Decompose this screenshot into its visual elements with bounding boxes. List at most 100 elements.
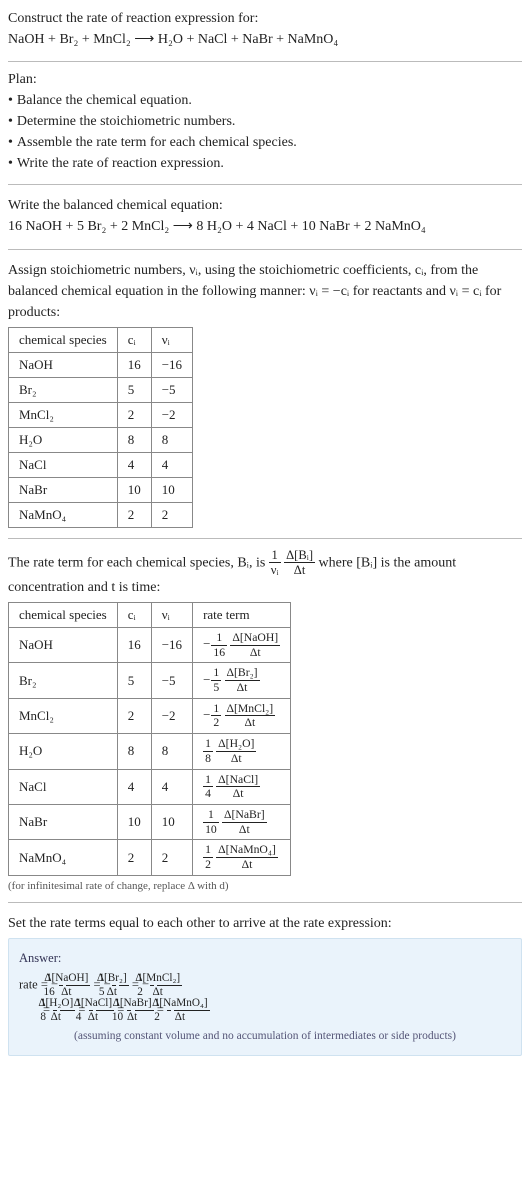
col-ci: cᵢ (117, 602, 151, 627)
rateterm-intro1: The rate term for each chemical species,… (8, 555, 269, 570)
rateterm-generic: 1νᵢ Δ[Bᵢ]Δt (269, 555, 319, 570)
plan-item: •Write the rate of reaction expression. (8, 153, 522, 174)
cell-species: Br₂ (9, 377, 118, 402)
cell-species: NaCl (9, 769, 118, 804)
cell-ci: 4 (117, 769, 151, 804)
prompt-line1: Construct the rate of reaction expressio… (8, 8, 522, 29)
cell-rateterm: −12 Δ[MnCl₂]Δt (193, 698, 291, 733)
cell-vi: −16 (151, 627, 192, 662)
prompt-block: Construct the rate of reaction expressio… (8, 8, 522, 51)
final-block: Set the rate terms equal to each other t… (8, 913, 522, 1057)
cell-ci: 16 (117, 627, 151, 662)
cell-ci: 8 (117, 734, 151, 769)
table-row: NaBr1010 (9, 477, 193, 502)
balanced-block: Write the balanced chemical equation: 16… (8, 195, 522, 238)
rateterm-intro: The rate term for each chemical species,… (8, 549, 522, 598)
cell-ci: 10 (117, 477, 151, 502)
table-row: NaCl4414 Δ[NaCl]Δt (9, 769, 291, 804)
cell-vi: 2 (151, 840, 192, 875)
table-row: NaOH16−16 (9, 352, 193, 377)
cell-ci: 2 (117, 698, 151, 733)
divider (8, 249, 522, 250)
stoich-intro: Assign stoichiometric numbers, νᵢ, using… (8, 260, 522, 323)
table-row: NaMnO₄22 (9, 502, 193, 527)
answer-equation: rate = −116 Δ[NaOH]Δt = −15 Δ[Br₂]Δt = −… (19, 973, 511, 1024)
stoich-block: Assign stoichiometric numbers, νᵢ, using… (8, 260, 522, 528)
table-row: Br₂5−5−15 Δ[Br₂]Δt (9, 663, 291, 698)
cell-rateterm: −116 Δ[NaOH]Δt (193, 627, 291, 662)
cell-vi: 10 (151, 477, 192, 502)
cell-species: NaOH (9, 627, 118, 662)
plan-item: •Determine the stoichiometric numbers. (8, 111, 522, 132)
table-row: Br₂5−5 (9, 377, 193, 402)
table-row: NaBr1010110 Δ[NaBr]Δt (9, 805, 291, 840)
cell-rateterm: 12 Δ[NaMnO₄]Δt (193, 840, 291, 875)
balanced-intro: Write the balanced chemical equation: (8, 195, 522, 216)
cell-vi: 4 (151, 769, 192, 804)
col-vi: νᵢ (151, 602, 192, 627)
cell-vi: 10 (151, 805, 192, 840)
cell-species: NaMnO₄ (9, 502, 118, 527)
cell-vi: 2 (151, 502, 192, 527)
answer-note: (assuming constant volume and no accumul… (19, 1026, 511, 1048)
cell-species: MnCl₂ (9, 698, 118, 733)
cell-species: Br₂ (9, 663, 118, 698)
plan-heading: Plan: (8, 72, 522, 88)
cell-ci: 2 (117, 402, 151, 427)
cell-rateterm: 18 Δ[H₂O]Δt (193, 734, 291, 769)
cell-vi: −16 (151, 352, 192, 377)
cell-rateterm: 14 Δ[NaCl]Δt (193, 769, 291, 804)
cell-vi: 4 (151, 452, 192, 477)
plan-block: Plan: •Balance the chemical equation.•De… (8, 72, 522, 174)
cell-vi: −2 (151, 402, 192, 427)
cell-species: NaCl (9, 452, 118, 477)
divider (8, 538, 522, 539)
cell-ci: 10 (117, 805, 151, 840)
cell-ci: 2 (117, 840, 151, 875)
cell-species: NaMnO₄ (9, 840, 118, 875)
col-species: chemical species (9, 327, 118, 352)
cell-ci: 5 (117, 663, 151, 698)
table-row: NaOH16−16−116 Δ[NaOH]Δt (9, 627, 291, 662)
final-intro: Set the rate terms equal to each other t… (8, 913, 522, 934)
rateterm-block: The rate term for each chemical species,… (8, 549, 522, 892)
cell-vi: −5 (151, 663, 192, 698)
cell-species: H₂O (9, 427, 118, 452)
divider (8, 184, 522, 185)
prompt-equation: NaOH + Br₂ + MnCl₂ ⟶ H₂O + NaCl + NaBr +… (8, 29, 522, 51)
col-vi: νᵢ (151, 327, 192, 352)
plan-item: •Balance the chemical equation. (8, 90, 522, 111)
cell-rateterm: 110 Δ[NaBr]Δt (193, 805, 291, 840)
col-ci: cᵢ (117, 327, 151, 352)
table-row: MnCl₂2−2−12 Δ[MnCl₂]Δt (9, 698, 291, 733)
plan-item: •Assemble the rate term for each chemica… (8, 132, 522, 153)
plan-list: •Balance the chemical equation.•Determin… (8, 90, 522, 174)
table-row: H₂O8818 Δ[H₂O]Δt (9, 734, 291, 769)
cell-vi: 8 (151, 734, 192, 769)
answer-label: Answer: (19, 947, 511, 971)
divider (8, 902, 522, 903)
cell-ci: 8 (117, 427, 151, 452)
cell-vi: −5 (151, 377, 192, 402)
cell-vi: 8 (151, 427, 192, 452)
table-row: NaCl44 (9, 452, 193, 477)
table-row: H₂O88 (9, 427, 193, 452)
rateterm-table: chemical species cᵢ νᵢ rate term NaOH16−… (8, 602, 291, 876)
cell-species: H₂O (9, 734, 118, 769)
cell-species: NaBr (9, 805, 118, 840)
answer-box: Answer: rate = −116 Δ[NaOH]Δt = −15 Δ[Br… (8, 938, 522, 1057)
rateterm-note: (for infinitesimal rate of change, repla… (8, 880, 522, 892)
cell-ci: 2 (117, 502, 151, 527)
col-rate: rate term (193, 602, 291, 627)
cell-ci: 16 (117, 352, 151, 377)
stoich-table: chemical species cᵢ νᵢ NaOH16−16Br₂5−5Mn… (8, 327, 193, 528)
balanced-equation: 16 NaOH + 5 Br₂ + 2 MnCl₂ ⟶ 8 H₂O + 4 Na… (8, 216, 522, 238)
cell-species: NaBr (9, 477, 118, 502)
divider (8, 61, 522, 62)
cell-species: NaOH (9, 352, 118, 377)
col-species: chemical species (9, 602, 118, 627)
cell-ci: 5 (117, 377, 151, 402)
cell-ci: 4 (117, 452, 151, 477)
cell-rateterm: −15 Δ[Br₂]Δt (193, 663, 291, 698)
cell-species: MnCl₂ (9, 402, 118, 427)
